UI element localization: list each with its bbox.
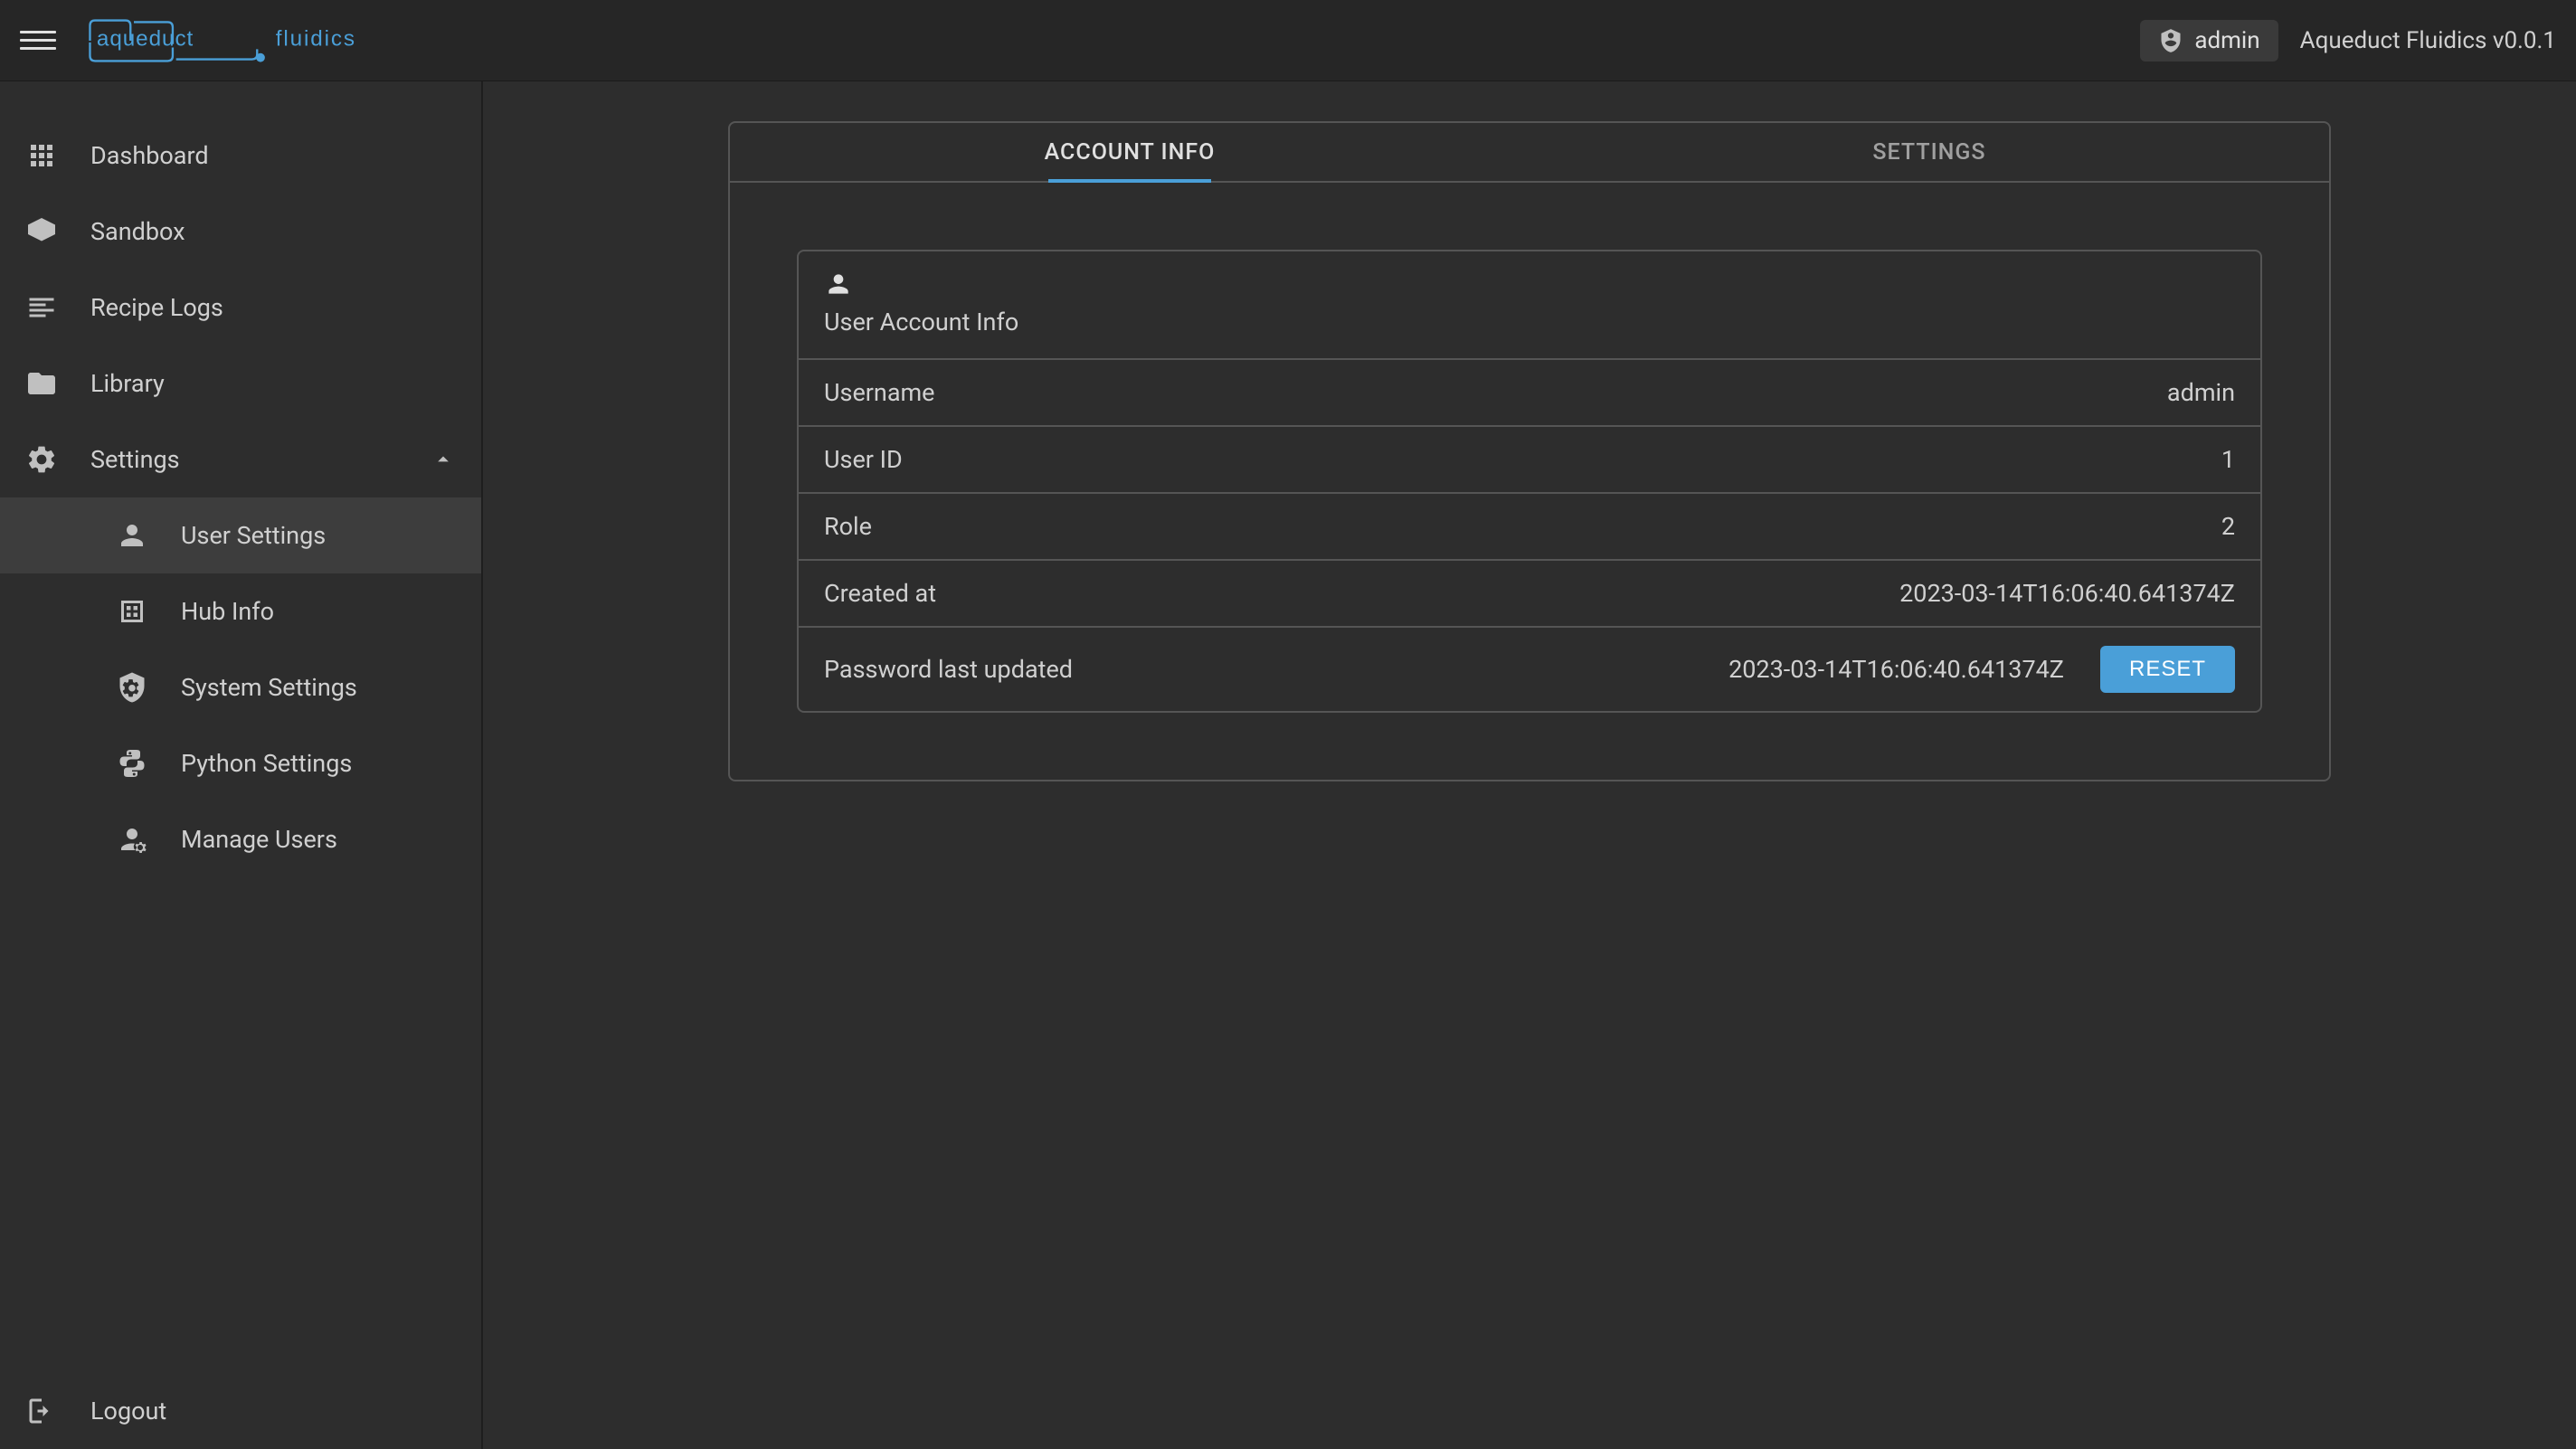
info-row-created-at: Created at 2023-03-14T16:06:40.641374Z <box>799 561 2260 628</box>
sidebar: Dashboard Sandbox Recipe Logs Library Se… <box>0 81 483 1449</box>
sidebar-item-sandbox[interactable]: Sandbox <box>0 194 481 270</box>
info-value: 1 <box>2221 445 2235 474</box>
menu-toggle-button[interactable] <box>20 23 56 59</box>
sidebar-sub-item-manage-users[interactable]: Manage Users <box>0 801 481 877</box>
sidebar-item-label: Logout <box>90 1397 166 1425</box>
content-panel: ACCOUNT INFO SETTINGS User Account Info … <box>728 121 2331 781</box>
apps-icon <box>25 139 58 172</box>
info-label: Username <box>824 378 935 407</box>
info-value: 2 <box>2221 512 2235 541</box>
info-value: 2023-03-14T16:06:40.641374Z <box>1728 655 2064 684</box>
gear-icon <box>25 443 58 476</box>
sidebar-sub-item-user-settings[interactable]: User Settings <box>0 497 481 573</box>
chevron-up-icon <box>431 447 456 472</box>
sidebar-item-logout[interactable]: Logout <box>0 1373 481 1449</box>
folder-icon <box>25 367 58 400</box>
python-icon <box>116 747 148 780</box>
sidebar-sub-item-python-settings[interactable]: Python Settings <box>0 725 481 801</box>
tab-account-info[interactable]: ACCOUNT INFO <box>730 123 1530 181</box>
sidebar-item-label: Dashboard <box>90 141 209 170</box>
sidebar-item-label: Sandbox <box>90 217 185 246</box>
version-label: Aqueduct Fluidics v0.0.1 <box>2300 27 2556 54</box>
card-header-title: User Account Info <box>824 308 2235 336</box>
info-row-user-id: User ID 1 <box>799 427 2260 494</box>
sidebar-item-label: Settings <box>90 445 180 474</box>
svg-text:fluidics: fluidics <box>276 26 356 51</box>
sidebar-sub-item-hub-info[interactable]: Hub Info <box>0 573 481 649</box>
sidebar-item-dashboard[interactable]: Dashboard <box>0 118 481 194</box>
tab-bar: ACCOUNT INFO SETTINGS <box>730 123 2329 183</box>
info-value: 2023-03-14T16:06:40.641374Z <box>1899 579 2235 608</box>
info-value: admin <box>2167 378 2235 407</box>
user-account-info-card: User Account Info Username admin User ID… <box>797 250 2262 713</box>
user-icon <box>824 270 853 298</box>
logs-icon <box>25 291 58 324</box>
sidebar-item-recipe-logs[interactable]: Recipe Logs <box>0 270 481 346</box>
current-user-label: admin <box>2194 27 2259 54</box>
sidebar-item-label: Recipe Logs <box>90 293 223 322</box>
info-row-password-updated: Password last updated 2023-03-14T16:06:4… <box>799 628 2260 711</box>
user-icon <box>116 519 148 552</box>
hub-icon <box>116 595 148 628</box>
manage-users-icon <box>116 823 148 856</box>
logout-icon <box>25 1395 58 1427</box>
main-content: ACCOUNT INFO SETTINGS User Account Info … <box>483 81 2576 1449</box>
card-header: User Account Info <box>799 251 2260 360</box>
top-bar: aqueduct fluidics admin Aqueduct Fluidic… <box>0 0 2576 81</box>
sidebar-sub-item-label: Python Settings <box>181 749 352 778</box>
info-label: User ID <box>824 445 903 474</box>
sidebar-sub-item-label: User Settings <box>181 521 326 550</box>
tab-settings[interactable]: SETTINGS <box>1530 123 2329 181</box>
current-user-badge[interactable]: admin <box>2140 20 2278 62</box>
sandbox-icon <box>25 215 58 248</box>
info-label: Password last updated <box>824 655 1073 684</box>
sidebar-sub-item-label: Manage Users <box>181 825 337 854</box>
tab-label: SETTINGS <box>1872 139 1985 166</box>
sidebar-item-settings[interactable]: Settings <box>0 421 481 497</box>
sidebar-sub-item-label: Hub Info <box>181 597 274 626</box>
info-label: Created at <box>824 579 936 608</box>
tab-content: User Account Info Username admin User ID… <box>730 183 2329 780</box>
info-label: Role <box>824 512 872 541</box>
info-row-username: Username admin <box>799 360 2260 427</box>
sidebar-sub-item-system-settings[interactable]: System Settings <box>0 649 481 725</box>
system-gear-icon <box>116 671 148 704</box>
sidebar-sub-item-label: System Settings <box>181 673 357 702</box>
brand-logo: aqueduct fluidics <box>83 15 404 66</box>
tab-label: ACCOUNT INFO <box>1045 139 1216 166</box>
user-shield-icon <box>2158 28 2183 53</box>
svg-text:aqueduct: aqueduct <box>97 26 194 51</box>
sidebar-item-label: Library <box>90 369 165 398</box>
reset-password-button[interactable]: RESET <box>2100 646 2235 693</box>
info-row-role: Role 2 <box>799 494 2260 561</box>
sidebar-item-library[interactable]: Library <box>0 346 481 421</box>
